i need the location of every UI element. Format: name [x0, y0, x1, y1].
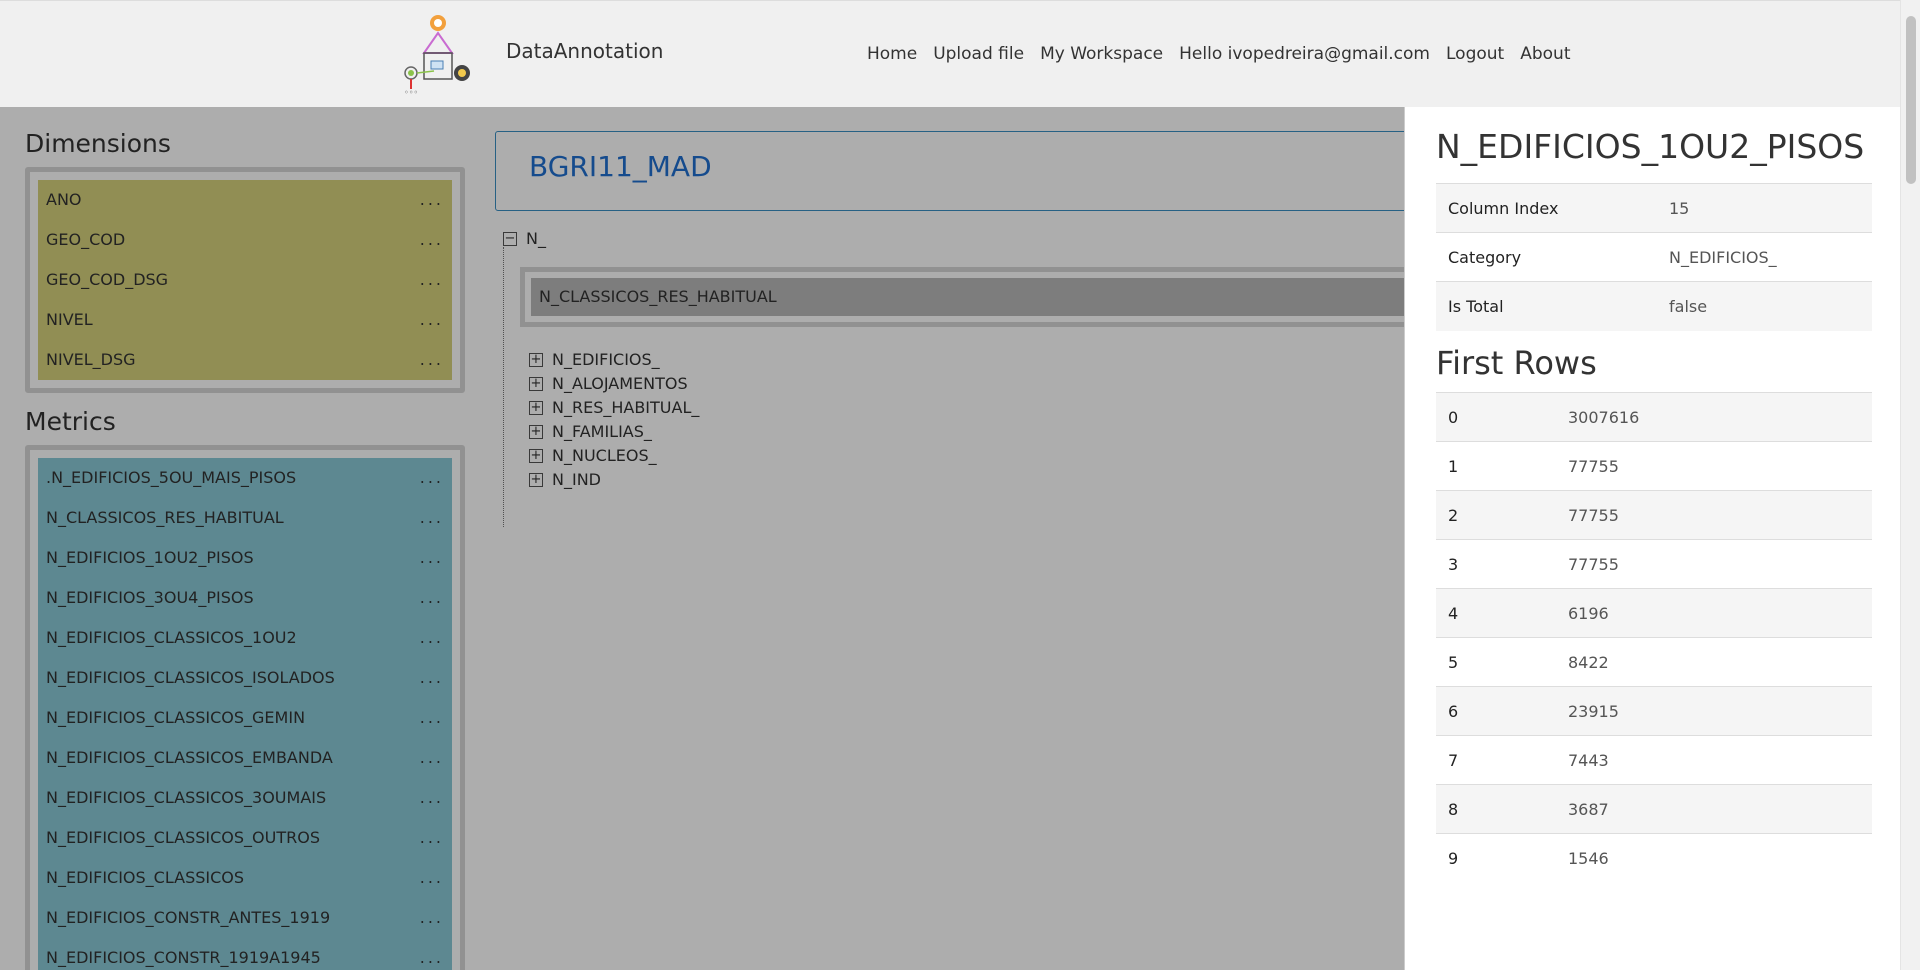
row-index: 2 [1436, 490, 1556, 540]
nav-about[interactable]: About [1520, 44, 1570, 64]
row-value: 7443 [1556, 735, 1872, 785]
table-row: 1 77755 [1436, 441, 1872, 491]
table-row: 6 23915 [1436, 686, 1872, 736]
modal-backdrop[interactable] [0, 107, 1404, 970]
table-row: Is Total false [1436, 281, 1872, 331]
nav-logout[interactable]: Logout [1446, 44, 1504, 64]
row-value: 77755 [1556, 539, 1872, 589]
brand-name[interactable]: DataAnnotation [506, 39, 663, 63]
property-key: Column Index [1436, 183, 1657, 233]
table-row: Column Index 15 [1436, 183, 1872, 233]
property-key: Category [1436, 232, 1657, 282]
table-row: 5 8422 [1436, 637, 1872, 687]
column-details-panel: N_EDIFICIOS_1OU2_PISOS Column Index 15 Ca… [1404, 107, 1900, 970]
row-index: 6 [1436, 686, 1556, 736]
svg-text:◦◦◦: ◦◦◦ [404, 88, 418, 97]
table-row: 7 7443 [1436, 735, 1872, 785]
first-rows-table: 0 3007616 1 77755 2 77755 3 77755 4 6196 5 842… [1436, 392, 1872, 883]
row-value: 8422 [1556, 637, 1872, 687]
properties-table: Column Index 15 Category N_EDIFICIOS_ Is T… [1436, 183, 1872, 331]
row-value: 3687 [1556, 784, 1872, 834]
row-index: 7 [1436, 735, 1556, 785]
nav-home[interactable]: Home [867, 44, 917, 64]
table-row: Category N_EDIFICIOS_ [1436, 232, 1872, 282]
page-scrollbar[interactable] [1900, 0, 1920, 970]
nav-my-workspace[interactable]: My Workspace [1040, 44, 1163, 64]
row-index: 1 [1436, 441, 1556, 491]
table-row: 0 3007616 [1436, 392, 1872, 442]
row-index: 4 [1436, 588, 1556, 638]
table-row: 2 77755 [1436, 490, 1872, 540]
row-value: 77755 [1556, 441, 1872, 491]
row-index: 3 [1436, 539, 1556, 589]
row-index: 5 [1436, 637, 1556, 687]
nav-menu: Home Upload file My Workspace Hello ivop… [867, 44, 1570, 64]
table-row: 9 1546 [1436, 833, 1872, 883]
row-index: 9 [1436, 833, 1556, 883]
table-row: 3 77755 [1436, 539, 1872, 589]
logo-icon[interactable]: ◦◦◦ [396, 13, 478, 99]
row-value: 23915 [1556, 686, 1872, 736]
row-index: 0 [1436, 392, 1556, 442]
row-value: 77755 [1556, 490, 1872, 540]
property-value: N_EDIFICIOS_ [1657, 232, 1872, 282]
panel-title: N_EDIFICIOS_1OU2_PISOS [1436, 127, 1865, 166]
table-row: 8 3687 [1436, 784, 1872, 834]
property-value: false [1657, 281, 1872, 331]
row-value: 3007616 [1556, 392, 1872, 442]
navbar: ◦◦◦ DataAnnotation Home Upload file My W… [0, 0, 1900, 107]
nav-upload-file[interactable]: Upload file [933, 44, 1024, 64]
property-value: 15 [1657, 183, 1872, 233]
row-value: 1546 [1556, 833, 1872, 883]
table-row: 4 6196 [1436, 588, 1872, 638]
first-rows-title: First Rows [1436, 344, 1597, 382]
scrollbar-thumb[interactable] [1906, 16, 1916, 184]
property-key: Is Total [1436, 281, 1657, 331]
nav-user-greeting[interactable]: Hello ivopedreira@gmail.com [1179, 44, 1430, 64]
row-index: 8 [1436, 784, 1556, 834]
row-value: 6196 [1556, 588, 1872, 638]
